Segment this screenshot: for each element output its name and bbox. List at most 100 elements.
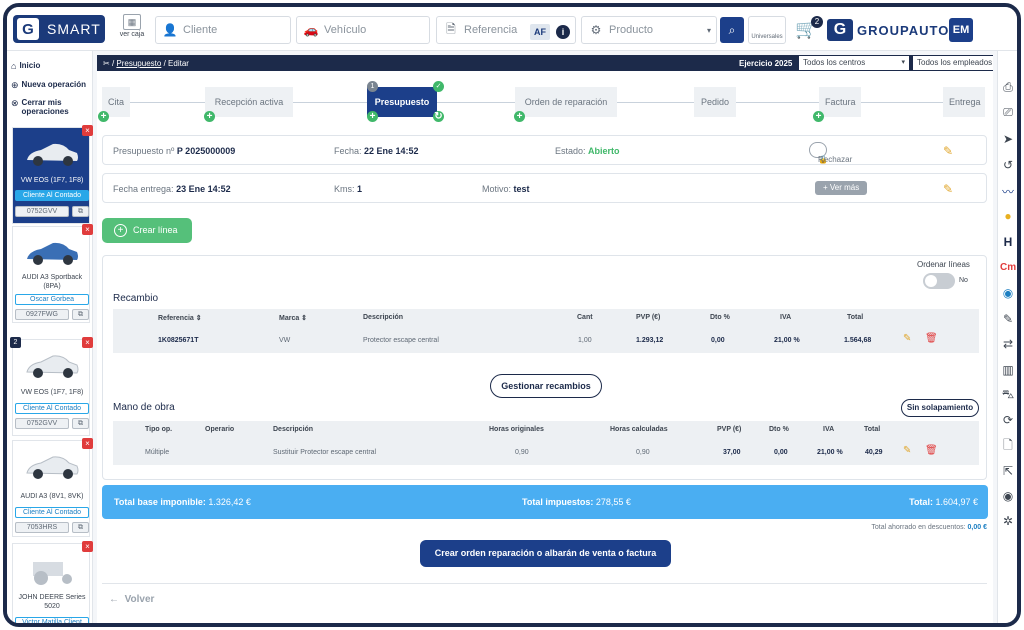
step-recepcion[interactable]: Recepción activa	[205, 87, 293, 117]
tools-icon[interactable]: ✎	[1000, 311, 1016, 327]
close-icon[interactable]: ×	[82, 337, 93, 348]
gestionar-recambios-button[interactable]: Gestionar recambios	[490, 374, 602, 398]
close-icon[interactable]: ×	[82, 438, 93, 449]
trash-icon[interactable]: 🗑	[925, 445, 938, 456]
col-descripcion: Descripción	[363, 314, 404, 321]
breadcrumb-presupuesto-link[interactable]: Presupuesto	[116, 59, 161, 68]
producto-placeholder: Producto	[609, 24, 654, 36]
col-horas-calculadas: Horas calculadas	[610, 426, 668, 433]
add-step-icon[interactable]: +	[98, 111, 109, 122]
copy-icon[interactable]: ⧉	[72, 418, 89, 429]
col-referencia[interactable]: Referencia ⇕	[158, 314, 202, 322]
vehiculo-field[interactable]: 🚗 Vehículo	[296, 16, 430, 44]
add-step-icon[interactable]: +	[813, 111, 824, 122]
h-icon[interactable]: H	[1000, 234, 1016, 250]
close-icon[interactable]: ×	[82, 125, 93, 136]
col-marca[interactable]: Marca ⇕	[279, 314, 307, 322]
producto-field[interactable]: ⚙ Producto ▾	[581, 16, 717, 44]
car-side-icon[interactable]: ⛍	[1000, 386, 1016, 402]
shell-icon[interactable]: ●	[1000, 208, 1016, 224]
vehicle-card[interactable]: × JOHN DEERE Series 5020 Victor Matilla …	[12, 541, 93, 623]
external-link-icon[interactable]: ⇱	[1000, 463, 1016, 479]
arrow-left-icon: ←	[109, 594, 119, 605]
vehicle-client[interactable]: Cliente Al Contado	[15, 507, 89, 518]
file-icon[interactable]: 🗋	[1000, 437, 1016, 453]
sin-solapamiento-button[interactable]: Sin solapamiento	[901, 399, 979, 417]
step-presupuesto[interactable]: Presupuesto	[367, 87, 437, 117]
ver-caja-button[interactable]: ▦ ver caja	[119, 14, 145, 44]
add-step-icon[interactable]: +	[204, 111, 215, 122]
cell-horas-originales: 0,90	[515, 449, 529, 456]
step-orden-reparacion[interactable]: Orden de reparación	[515, 87, 617, 117]
eye-icon[interactable]: ◉	[1000, 488, 1016, 504]
cm-icon[interactable]: Cm	[1000, 260, 1016, 276]
presupuesto-info: Presupuesto nº P 2025000009 Fecha: 22 En…	[102, 135, 987, 165]
edit-icon[interactable]: ✎	[903, 445, 911, 456]
centros-select[interactable]: Todos los centros ▾	[799, 56, 909, 70]
cliente-field[interactable]: 👤 Cliente	[155, 16, 291, 44]
left-sidebar: ⌂ Inicio ⊕ Nueva operación ⊗ Cerrar mis ope…	[7, 51, 93, 623]
add-step-icon[interactable]: +	[367, 111, 378, 122]
vehicle-client[interactable]: Cliente Al Contado	[15, 190, 89, 201]
gt-icon[interactable]: ◉	[1000, 285, 1016, 301]
app-logo[interactable]: G SMART	[13, 15, 105, 43]
settings-icon[interactable]: ✲	[1000, 513, 1016, 529]
vehicle-client[interactable]: Cliente Al Contado	[15, 403, 89, 414]
rechazar-button[interactable]: 🔒 Rechazar	[809, 142, 852, 164]
history-icon[interactable]: ↺	[1000, 157, 1016, 173]
mano-obra-title: Mano de obra	[113, 402, 175, 413]
crear-linea-button[interactable]: + Crear línea	[102, 218, 192, 243]
close-icon[interactable]: ×	[82, 541, 93, 552]
top-bar: G SMART ▦ ver caja 👤 Cliente 🚗 Vehículo …	[7, 7, 1017, 51]
edit-icon[interactable]: ✎	[943, 182, 953, 196]
app-window: G SMART ▦ ver caja 👤 Cliente 🚗 Vehículo …	[3, 3, 1021, 627]
ahorro-label: Total ahorrado en descuentos:	[871, 524, 966, 531]
contact-card-icon[interactable]: ⎙	[1000, 79, 1016, 95]
refresh-icon[interactable]: ⟳	[1000, 412, 1016, 428]
nav-cerrar-operaciones[interactable]: ⊗ Cerrar mis operaciones	[7, 98, 87, 116]
vehicle-card[interactable]: × AUDI A3 (8V1, 8VK) Cliente Al Contado …	[12, 438, 93, 537]
vehicle-client[interactable]: Victor Matilla Client	[15, 617, 89, 623]
ver-mas-button[interactable]: + Ver más	[815, 181, 868, 195]
crear-orden-button[interactable]: Crear orden reparación o albarán de vent…	[420, 540, 671, 567]
referencia-field[interactable]: 🗎 Referencia	[436, 16, 576, 44]
fecha-entrega-value: 23 Ene 14:52	[176, 184, 231, 194]
user-avatar[interactable]: EM	[949, 18, 973, 42]
step-factura[interactable]: Factura	[819, 87, 861, 117]
af-badge[interactable]: AF	[530, 24, 550, 40]
crear-linea-label: Crear línea	[133, 225, 178, 235]
copy-icon[interactable]: ⧉	[72, 309, 89, 320]
copy-icon[interactable]: ⧉	[72, 206, 89, 217]
refresh-step-icon[interactable]: ↻	[433, 111, 444, 122]
vehicle-card[interactable]: 2 × VW EOS (1F7, 1F8) Cliente Al Contado…	[10, 337, 93, 436]
bar-chart-icon[interactable]: ▥	[1000, 362, 1016, 378]
vehicle-card[interactable]: × VW EOS (1F7, 1F8) Cliente Al Contado 0…	[12, 125, 93, 224]
vehicle-client[interactable]: Oscar Gorbea	[15, 294, 89, 305]
copy-icon[interactable]: ⧉	[72, 522, 89, 533]
info-icon[interactable]: i	[556, 25, 570, 39]
nav-inicio[interactable]: ⌂ Inicio	[7, 61, 40, 71]
volver-button[interactable]: ← Volver	[109, 594, 154, 605]
impuestos: Total impuestos: 278,55 €	[522, 497, 631, 507]
plus-icon: +	[114, 224, 127, 237]
base-label: Total base imponible:	[114, 497, 206, 507]
cash-register-icon: ▦	[123, 14, 141, 30]
step-entrega[interactable]: Entrega	[943, 87, 985, 117]
wave-icon[interactable]: 〰	[1000, 184, 1016, 200]
step-pedido[interactable]: Pedido	[694, 87, 736, 117]
add-step-icon[interactable]: +	[514, 111, 525, 122]
close-icon[interactable]: ×	[82, 224, 93, 235]
transfer-icon[interactable]: ⇄	[1000, 336, 1016, 352]
empleados-select[interactable]: Todos los empleados	[913, 56, 993, 70]
edit-icon[interactable]: ✎	[903, 333, 911, 344]
vehicle-card[interactable]: × AUDI A3 Sportback (8PA) Oscar Gorbea 0…	[12, 224, 93, 323]
trash-icon[interactable]: 🗑	[925, 333, 938, 344]
col-operario: Operario	[205, 426, 235, 433]
search-button[interactable]: ⌕	[720, 17, 744, 43]
universales-button[interactable]: Universales	[748, 16, 786, 44]
send-icon[interactable]: ➤	[1000, 131, 1016, 147]
nav-nueva-operacion[interactable]: ⊕ Nueva operación	[7, 80, 86, 91]
print-icon[interactable]: ⎚	[1000, 104, 1016, 120]
edit-icon[interactable]: ✎	[943, 144, 953, 158]
ordenar-toggle[interactable]	[923, 273, 955, 289]
